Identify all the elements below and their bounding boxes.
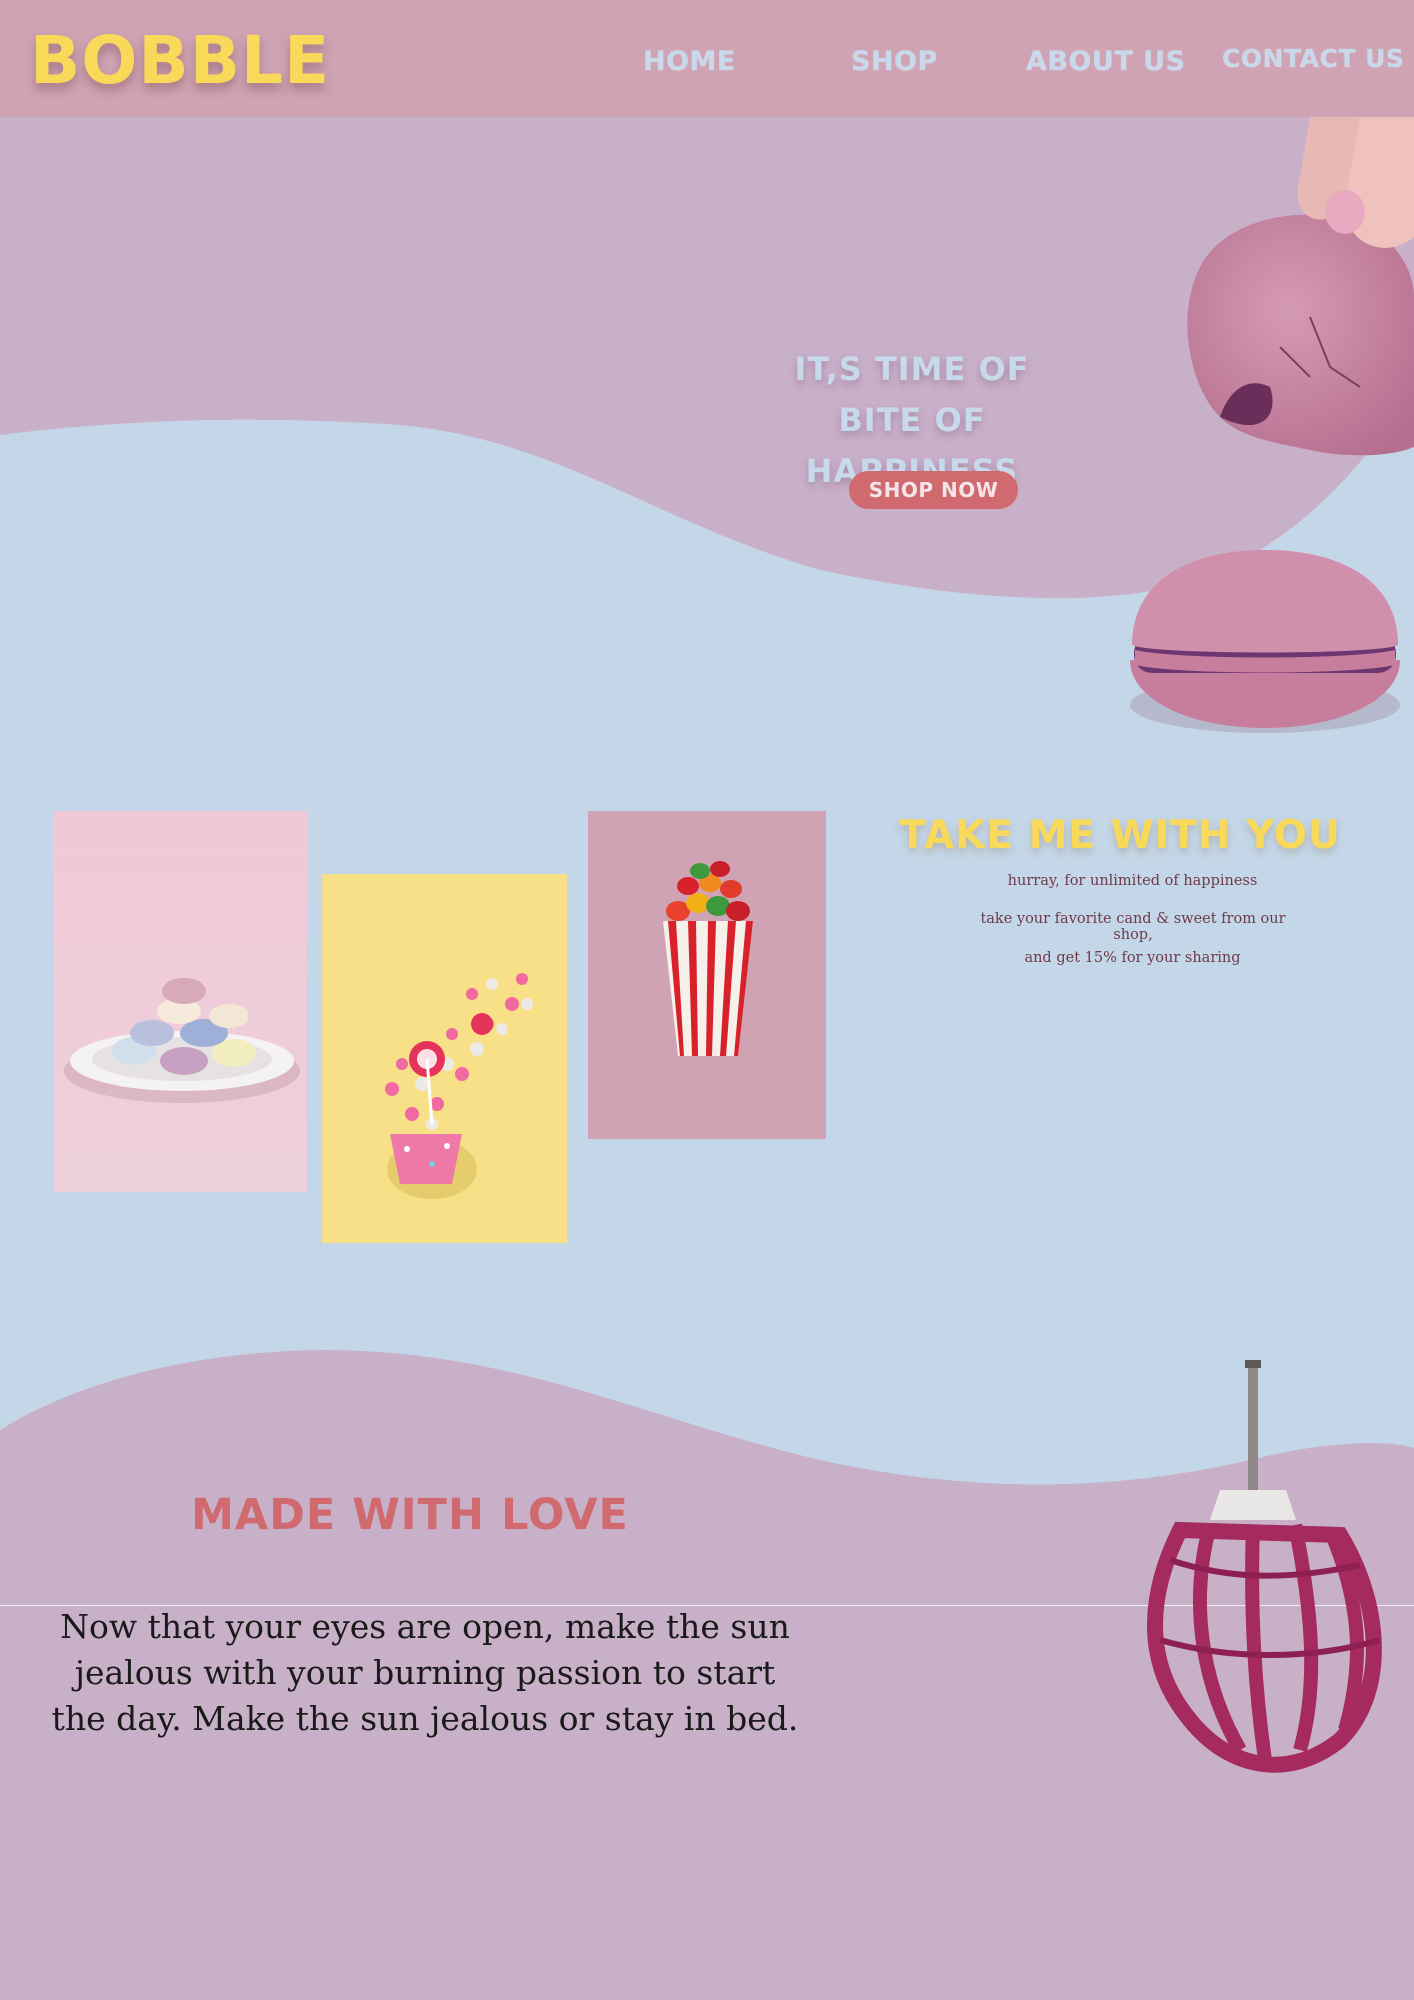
nav-about-us[interactable]: ABOUT US bbox=[1026, 46, 1186, 77]
hero-title-line1: IT,S TIME OF bbox=[794, 350, 1030, 388]
nav-contact-us[interactable]: CONTACT US bbox=[1222, 44, 1404, 73]
gummy-popcorn-image bbox=[663, 861, 753, 1056]
story-paragraph: Now that your eyes are open, make the su… bbox=[51, 1607, 799, 1738]
candy-cup-card[interactable] bbox=[322, 874, 567, 1243]
macaron-image bbox=[1130, 550, 1400, 733]
promo-line-3: and get 15% for your sharing bbox=[1024, 950, 1241, 966]
nav-home[interactable]: HOME bbox=[643, 46, 736, 77]
whisk-image bbox=[1147, 1360, 1382, 1773]
nav-shop[interactable]: SHOP bbox=[851, 46, 938, 77]
shop-now-button[interactable]: SHOP NOW bbox=[849, 471, 1018, 509]
promo-title: TAKE ME WITH YOU bbox=[899, 813, 1341, 858]
bitten-macaron-image bbox=[1187, 117, 1414, 456]
gummy-popcorn-card[interactable] bbox=[588, 811, 826, 1139]
candy-cup-image bbox=[385, 973, 533, 1199]
promo-line-1: hurray, for unlimited of happiness bbox=[1007, 873, 1258, 889]
brand-logo[interactable]: BOBBLE bbox=[30, 22, 330, 99]
macarons-plate-image bbox=[64, 978, 300, 1103]
promo-line-2: take your favorite cand & sweet from our… bbox=[980, 911, 1286, 943]
macarons-plate-card[interactable] bbox=[54, 811, 307, 1192]
section-title-made-with-love: MADE WITH LOVE bbox=[191, 1490, 629, 1540]
